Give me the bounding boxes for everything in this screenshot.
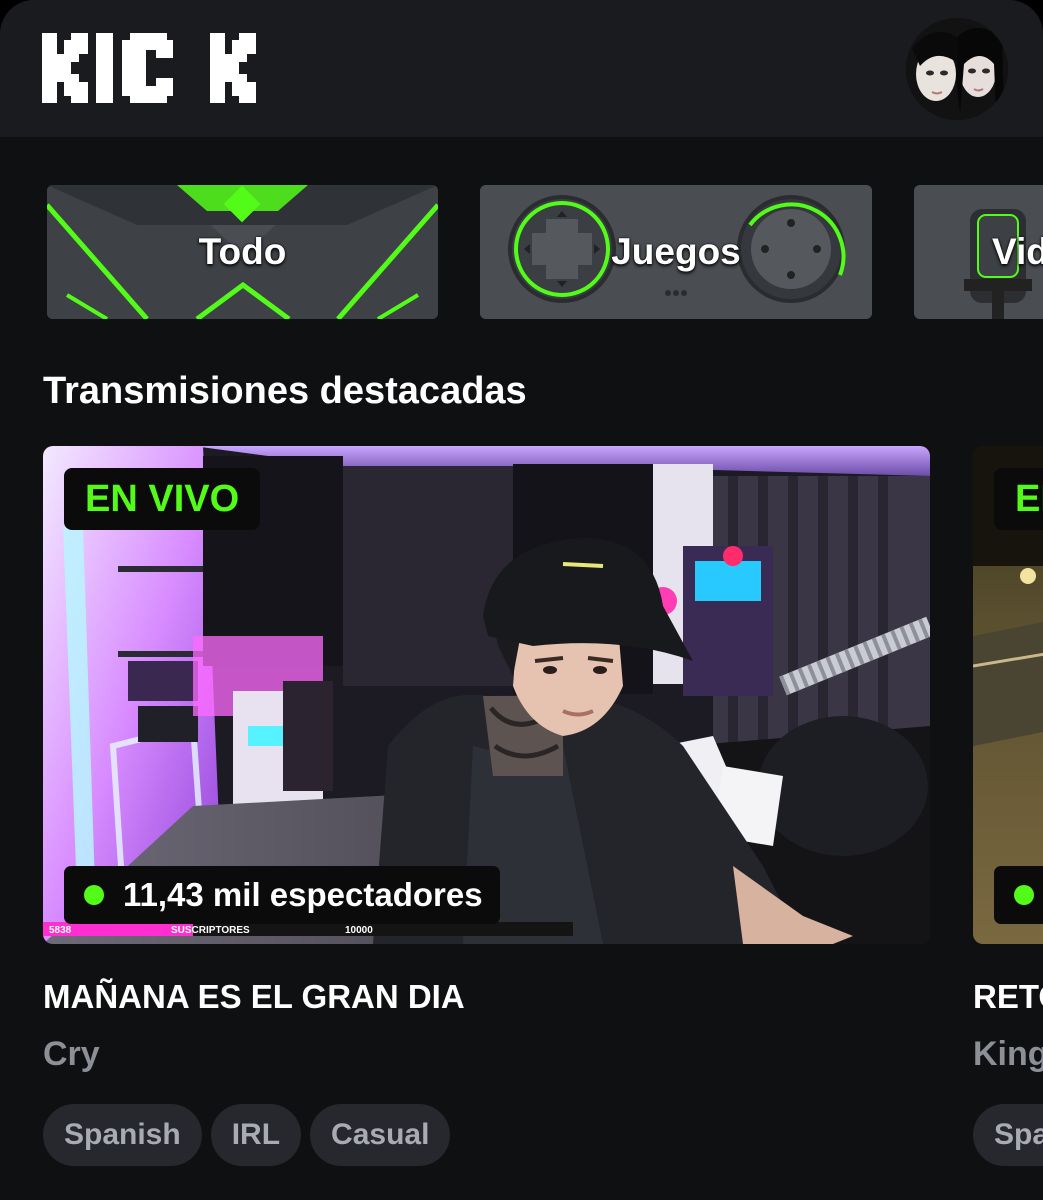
app-root: Todo Juegos Vid Transmisiones destacadas… (0, 0, 1043, 1200)
tag-irl[interactable]: IRL (210, 1104, 302, 1166)
category-row: Todo Juegos Vid (0, 185, 1043, 319)
featured-streams-title: Transmisiones destacadas (43, 370, 527, 412)
category-tile-videos[interactable]: Vid (914, 185, 1043, 319)
viewer-count-pill: 11,43 mil espectadores (64, 866, 500, 924)
stream-title[interactable]: RETO (973, 978, 1043, 1016)
user-avatar[interactable] (906, 18, 1008, 120)
avatar-image (906, 18, 1008, 120)
kick-logo-icon (42, 33, 256, 103)
stream-tags: Spanish (973, 1104, 1043, 1166)
sub-goal-current: 5838 (49, 925, 72, 936)
live-dot-icon (84, 885, 104, 905)
viewer-count-pill (994, 866, 1043, 924)
live-badge: EN VIVO (994, 468, 1043, 530)
category-label: Juegos (611, 231, 741, 272)
streamer-name[interactable]: Cry (43, 1035, 100, 1074)
stream-thumbnail[interactable]: EN VIVO (973, 446, 1043, 944)
top-header (0, 0, 1043, 137)
kick-logo[interactable] (42, 33, 256, 103)
stream-thumbnail[interactable]: 5838 SUSCRIPTORES 10000 EN VIVO 11,43 mi… (43, 446, 930, 944)
sub-goal-label: SUSCRIPTORES (171, 925, 250, 936)
tag-spanish[interactable]: Spanish (43, 1104, 202, 1166)
tag-spanish[interactable]: Spanish (973, 1104, 1043, 1166)
streamer-name[interactable]: King (973, 1035, 1043, 1074)
category-label: Todo (198, 231, 287, 272)
stream-title[interactable]: MAÑANA ES EL GRAN DIA (43, 978, 465, 1016)
category-tile-juegos[interactable]: Juegos (480, 185, 872, 319)
viewer-count: 11,43 mil espectadores (123, 876, 483, 913)
category-label: Vid (992, 231, 1043, 272)
category-tile-todo[interactable]: Todo (47, 185, 438, 319)
tag-casual[interactable]: Casual (310, 1104, 451, 1166)
live-dot-icon (1014, 885, 1034, 905)
stream-tags: Spanish IRL Casual (43, 1104, 459, 1166)
sub-goal-target: 10000 (345, 925, 373, 936)
live-badge: EN VIVO (64, 468, 261, 530)
